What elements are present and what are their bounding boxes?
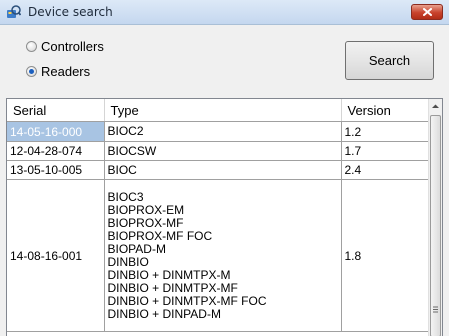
table-row[interactable]: 14-05-16-000 BIOC2 1.2 bbox=[7, 121, 431, 142]
device-table: Serial Type Version 14-05-16-000 BIOC2 1… bbox=[7, 99, 431, 332]
window-title: Device search bbox=[28, 5, 113, 19]
type-value: BIOC3 bbox=[107, 189, 144, 204]
radio-controllers[interactable]: Controllers bbox=[26, 39, 104, 54]
type-value: BIOPROX-EM bbox=[107, 202, 185, 217]
cell-type[interactable]: BIOCSW bbox=[104, 141, 342, 161]
cell-version[interactable]: 1.7 bbox=[341, 141, 431, 161]
grip-icon bbox=[433, 306, 438, 313]
table-row[interactable]: 12-04-28-074 BIOCSW 1.7 bbox=[7, 141, 431, 161]
type-value: BIOPROX-MF FOC bbox=[107, 228, 213, 243]
column-header-version[interactable]: Version bbox=[341, 99, 431, 122]
table-row[interactable]: 13-05-10-005 BIOC 2.4 bbox=[7, 160, 431, 180]
type-value: DINBIO + DINMTPX-MF FOC bbox=[107, 293, 267, 308]
cell-serial[interactable]: 12-04-28-074 bbox=[7, 141, 105, 161]
device-grid: Serial Type Version 14-05-16-000 BIOC2 1… bbox=[6, 98, 443, 336]
cell-serial[interactable]: 13-05-10-005 bbox=[7, 160, 105, 180]
radio-readers[interactable]: Readers bbox=[26, 64, 90, 79]
radio-readers-label: Readers bbox=[41, 64, 91, 79]
search-button[interactable]: Search bbox=[345, 41, 434, 80]
cell-version[interactable]: 2.4 bbox=[341, 160, 431, 180]
cell-type[interactable]: BIOC bbox=[104, 160, 342, 180]
cell-serial[interactable]: 14-05-16-000 bbox=[7, 121, 105, 142]
table-header-row: Serial Type Version bbox=[7, 99, 431, 122]
cell-serial[interactable]: 14-08-16-001 bbox=[7, 179, 105, 332]
column-header-type[interactable]: Type bbox=[104, 99, 342, 122]
type-value: BIOPROX-MF bbox=[107, 215, 184, 230]
cell-type[interactable]: BIOC3 BIOPROX-EM BIOPROX-MF BIOPROX-MF F… bbox=[104, 179, 342, 332]
cell-version[interactable]: 1.8 bbox=[341, 179, 431, 332]
close-icon bbox=[423, 8, 432, 16]
app-icon bbox=[6, 5, 22, 20]
vertical-scrollbar[interactable] bbox=[428, 99, 442, 336]
scrollbar-thumb[interactable] bbox=[430, 115, 441, 336]
type-value: DINBIO + DINMTPX-M bbox=[107, 267, 231, 282]
type-value: BIOPAD-M bbox=[107, 241, 166, 256]
type-value: BIOC2 bbox=[107, 124, 144, 138]
cell-version[interactable]: 1.2 bbox=[341, 121, 431, 142]
type-value: BIOCSW bbox=[107, 143, 157, 158]
type-value: DINBIO bbox=[107, 254, 149, 269]
radio-readers-indicator[interactable] bbox=[26, 66, 37, 77]
column-header-serial[interactable]: Serial bbox=[7, 99, 105, 122]
type-value: BIOC bbox=[107, 162, 137, 177]
type-value: DINBIO + DINPAD-M bbox=[107, 306, 221, 321]
radio-controllers-indicator[interactable] bbox=[26, 41, 37, 52]
device-search-dialog: Device search Controllers Readers Search… bbox=[0, 0, 449, 336]
arrow-up-icon bbox=[432, 104, 439, 108]
title-bar[interactable]: Device search bbox=[0, 0, 449, 25]
radio-controllers-label: Controllers bbox=[41, 39, 104, 54]
close-button[interactable] bbox=[411, 4, 443, 20]
type-value: DINBIO + DINMTPX-MF bbox=[107, 280, 238, 295]
cell-type[interactable]: BIOC2 bbox=[104, 121, 342, 142]
scroll-up-button[interactable] bbox=[429, 99, 442, 115]
table-row[interactable]: 14-08-16-001 BIOC3 BIOPROX-EM BIOPROX-MF… bbox=[7, 179, 431, 332]
